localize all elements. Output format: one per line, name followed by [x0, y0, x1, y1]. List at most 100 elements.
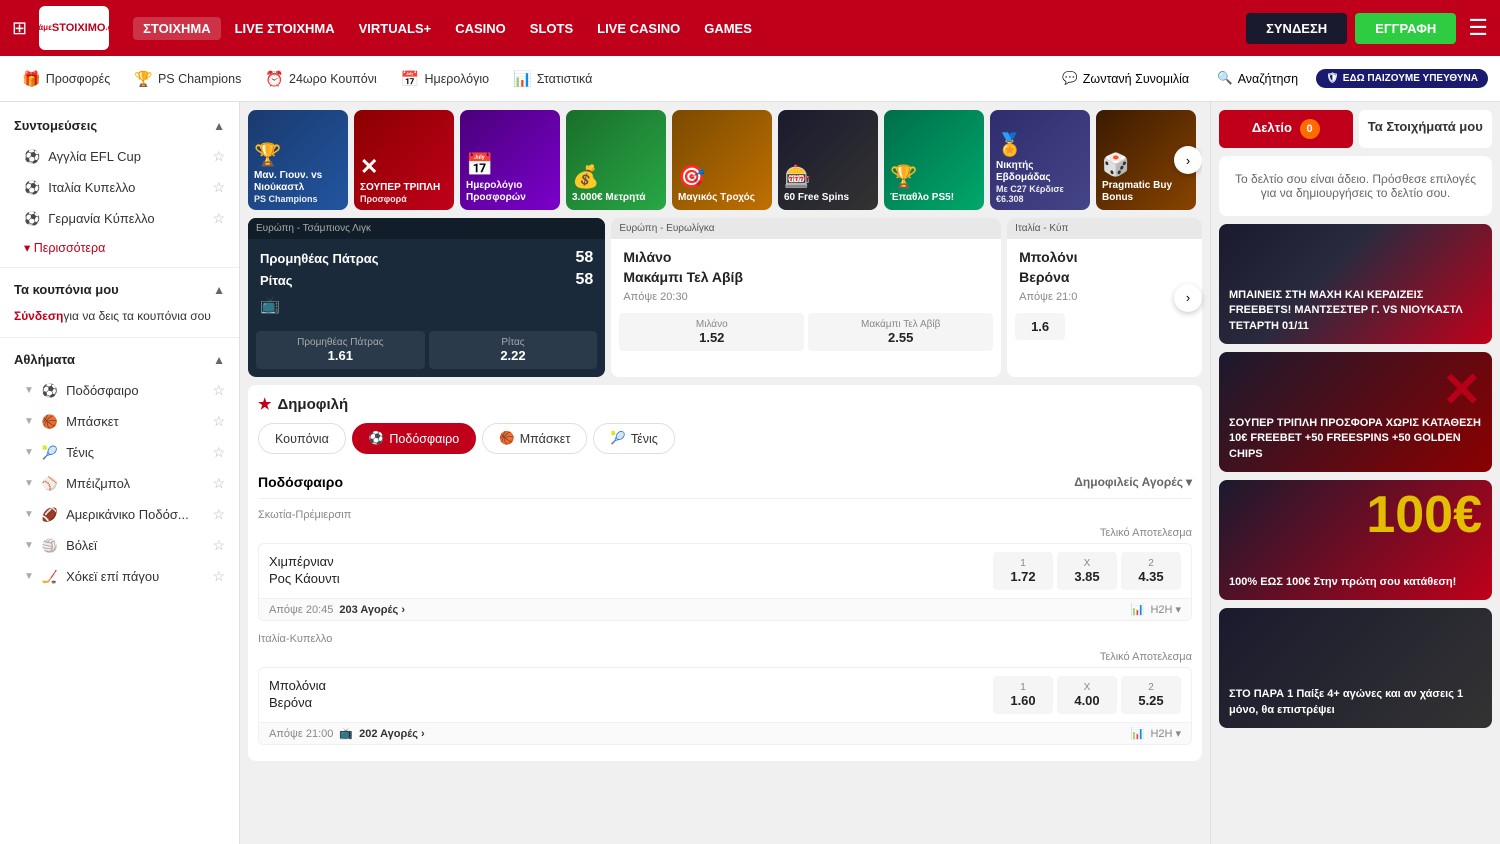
star-football-icon[interactable]: ☆ [212, 382, 225, 399]
matches-next-button[interactable]: › [1174, 284, 1202, 312]
markets-2-link[interactable]: 202 Αγορές › [359, 728, 425, 740]
sidebar-more-btn[interactable]: ▾ Περισσότερα [0, 234, 239, 261]
promo-card-3000[interactable]: 💰 3.000€ Μετρητά [566, 110, 666, 210]
h2h-chevron-icon: ▾ [1175, 603, 1181, 616]
match-2-odd-2[interactable]: 2 5.25 [1121, 676, 1181, 714]
markets-1-link[interactable]: 203 Αγορές › [339, 604, 405, 616]
tab-coupons[interactable]: Κουπόνια [258, 423, 346, 454]
promo-banner-100[interactable]: 100€ 100% ΕΩΣ 100€ Στην πρώτη σου κατάθε… [1219, 480, 1492, 600]
nav-virtuals[interactable]: VIRTUALS+ [349, 17, 442, 40]
sidebar-item-england-efl[interactable]: ⚽ Αγγλία EFL Cup ☆ [0, 141, 239, 172]
promo-title-4: 3.000€ Μετρητά [572, 192, 660, 204]
live-chat-button[interactable]: 💬 Ζωντανή Συνομιλία [1052, 67, 1199, 90]
match-1-odd2[interactable]: Ρίτας 2.22 [429, 331, 598, 369]
nav-casino[interactable]: CASINO [445, 17, 516, 40]
promo-next-button[interactable]: › [1174, 146, 1202, 174]
volleyball-icon: 🏐 [42, 538, 58, 554]
logo-area[interactable]: Πάμε STOIXIMO .gr [39, 6, 109, 50]
promo-card-offer-calendar[interactable]: 📅 Ημερολόγιο Προσφορών [460, 110, 560, 210]
football-tab-icon: ⚽ [369, 431, 385, 446]
star-icon-2[interactable]: ☆ [212, 179, 225, 196]
promo-card-magic-wheel[interactable]: 🎯 Μαγικός Τροχός [672, 110, 772, 210]
sidebar-item-baseball[interactable]: ▼ ⚾ Μπέιζμπολ ☆ [0, 468, 239, 499]
betslip-count-badge: 0 [1300, 119, 1320, 139]
match-1-odd-1[interactable]: 1 1.72 [993, 552, 1053, 590]
betslip-tab-active[interactable]: Δελτίο 0 [1219, 110, 1353, 148]
featured-match-3[interactable]: Ιταλία - Κύπ Μπολόνι Βερόνα Απόψε 21:0 1… [1007, 218, 1202, 377]
popular-markets-button[interactable]: Δημοφιλείς Αγορές ▾ [1074, 475, 1192, 489]
promo-banner-ps-champs[interactable]: ΜΠΑΙΝΕΙΣ ΣΤΗ ΜΑΧΗ ΚΑΙ ΚΕΡΔΙΖΕΙΣ FREEBETS… [1219, 224, 1492, 344]
star-icon[interactable]: ☆ [212, 148, 225, 165]
statistics-item[interactable]: 📊 Στατιστικά [503, 66, 602, 92]
h2h-2-button[interactable]: H2H ▾ [1150, 727, 1181, 740]
promo-card-free-spins[interactable]: 🎰 60 Free Spins [778, 110, 878, 210]
promo-title-6: 60 Free Spins [784, 192, 872, 204]
nav-live-casino[interactable]: LIVE CASINO [587, 17, 690, 40]
sidebar-item-football[interactable]: ▼ ⚽ Ποδόσφαιρο ☆ [0, 375, 239, 406]
match-1-odd-x[interactable]: Χ 3.85 [1057, 552, 1117, 590]
promo-card-super-tripli[interactable]: ✕ ΣΟΥΠΕΡ ΤΡΙΠΛΗ Προσφορά [354, 110, 454, 210]
m2-odd-2-val: 5.25 [1138, 693, 1163, 708]
sidebar-item-italy-cup[interactable]: ⚽ Ιταλία Κυπελλο ☆ [0, 172, 239, 203]
star-baseball-icon[interactable]: ☆ [212, 475, 225, 492]
login-button[interactable]: ΣΥΝΔΕΣΗ [1246, 13, 1347, 44]
brand-logo[interactable]: Πάμε STOIXIMO .gr [39, 6, 109, 50]
tab-basketball[interactable]: 🏀 Μπάσκετ [482, 423, 587, 454]
nav-links: ΣΤΟΙΧΗΜΑ LIVE ΣΤΟΙΧΗΜΑ VIRTUALS+ CASINO … [133, 17, 1238, 40]
sidebar-item-tennis[interactable]: ▼ 🎾 Τένις ☆ [0, 437, 239, 468]
my-coupons-header[interactable]: Τα κουπόνια μου ▲ [0, 274, 239, 305]
offers-item[interactable]: 🎁 Προσφορές [12, 66, 120, 92]
match-2-footer: Απόψε 21:00 📺 202 Αγορές › 📊 H2H ▾ [259, 722, 1191, 744]
sidebar-item-ice-hockey[interactable]: ▼ 🏒 Χόκεϊ επί πάγου ☆ [0, 561, 239, 592]
match-3-odd1[interactable]: 1.6 [1015, 313, 1065, 340]
tab-football[interactable]: ⚽ Ποδόσφαιρο [352, 423, 476, 454]
match-2-odd1[interactable]: Μιλάνο 1.52 [619, 313, 804, 351]
sidebar-item-basketball[interactable]: ▼ 🏀 Μπάσκετ ☆ [0, 406, 239, 437]
nav-live-stoixima[interactable]: LIVE ΣΤΟΙΧΗΜΑ [225, 17, 345, 40]
match-2-odd-1[interactable]: 1 1.60 [993, 676, 1053, 714]
star-volleyball-icon[interactable]: ☆ [212, 537, 225, 554]
shortcuts-header[interactable]: Συντομεύσεις ▲ [0, 110, 239, 141]
ps-champions-item[interactable]: 🏆 PS Champions [124, 66, 251, 92]
star-hockey-icon[interactable]: ☆ [212, 568, 225, 585]
featured-match-2[interactable]: Ευρώπη - Ευρωλίγκα Μιλάνο Μακάμπι Τελ Αβ… [611, 218, 1001, 377]
promo-card-ps-battles[interactable]: 🏆 Έπαθλο PS5! [884, 110, 984, 210]
nav-slots[interactable]: SLOTS [520, 17, 583, 40]
coupon-24hr-item[interactable]: ⏰ 24ωρο Κουπόνι [255, 66, 386, 92]
sidebar-item-volleyball[interactable]: ▼ 🏐 Βόλεϊ ☆ [0, 530, 239, 561]
search-button[interactable]: 🔍 Αναζήτηση [1207, 67, 1308, 90]
sidebar-item-germany-cup[interactable]: ⚽ Γερμανία Κύπελλο ☆ [0, 203, 239, 234]
m2-odd1-label: Μιλάνο [625, 319, 798, 330]
star-tennis-icon[interactable]: ☆ [212, 444, 225, 461]
calendar-item[interactable]: 📅 Ημερολόγιο [391, 66, 499, 92]
sports-header[interactable]: Αθλήματα ▲ [0, 344, 239, 375]
sidebar-login-prompt: Σύνδεσηγια να δεις τα κουπόνια σου [0, 305, 239, 331]
featured-match-1[interactable]: Ευρώπη - Τσάμπιονς Λιγκ Προμηθέας Πάτρας… [248, 218, 605, 377]
hamburger-menu-icon[interactable]: ☰ [1468, 15, 1488, 41]
promo-card-ps-champions[interactable]: 🏆 Μαν. Γιουν. vs Νιούκαστλ PS Champions [248, 110, 348, 210]
match-1-odd1[interactable]: Προμηθέας Πάτρας 1.61 [256, 331, 425, 369]
star-basketball-icon[interactable]: ☆ [212, 413, 225, 430]
second-bar-right: 💬 Ζωντανή Συνομιλία 🔍 Αναζήτηση 🛡 ΕΔΩ ΠΑ… [1052, 67, 1488, 90]
h2h-1-button[interactable]: H2H ▾ [1150, 603, 1181, 616]
my-bets-tab[interactable]: Τα Στοιχήματά μου [1359, 110, 1493, 148]
nav-games[interactable]: GAMES [694, 17, 762, 40]
sidebar-login-link[interactable]: Σύνδεση [14, 309, 63, 323]
my-coupons-chevron-icon: ▲ [213, 283, 225, 297]
match-2-team2: Βερόνα [269, 695, 993, 710]
match-1-odd-2[interactable]: 2 4.35 [1121, 552, 1181, 590]
tab-tennis[interactable]: 🎾 Τένις [593, 423, 674, 454]
promo-banner-super-tripla[interactable]: ✕ ΣΟΥΠΕΡ ΤΡΙΠΛΗ ΠΡΟΣΦΟΡΑ ΧΩΡΙΣ ΚΑΤΑΘΕΣΗ … [1219, 352, 1492, 472]
grid-icon[interactable]: ⊞ [12, 18, 27, 39]
register-button[interactable]: ΕΓΓΡΑΦΗ [1355, 13, 1456, 44]
match-2-odds-row: 1 1.60 Χ 4.00 2 5.25 [993, 676, 1181, 714]
nav-stoixima[interactable]: ΣΤΟΙΧΗΜΑ [133, 17, 221, 40]
promo-banner-para1[interactable]: ΣΤΟ ΠΑΡΑ 1 Παίξε 4+ αγώνες και αν χάσεις… [1219, 608, 1492, 728]
promo-card-nikitis[interactable]: 🏅 Νικητής Εβδομάδας Με C27 Κέρδισε €6.30… [990, 110, 1090, 210]
promo-icon-4: 💰 [572, 164, 660, 190]
star-amfootball-icon[interactable]: ☆ [212, 506, 225, 523]
match-2-odd-x[interactable]: Χ 4.00 [1057, 676, 1117, 714]
sidebar-item-american-football[interactable]: ▼ 🏈 Αμερικάνικο Ποδόσ... ☆ [0, 499, 239, 530]
star-icon-3[interactable]: ☆ [212, 210, 225, 227]
match-2-odd2[interactable]: Μακάμπι Τελ Αβίβ 2.55 [808, 313, 993, 351]
